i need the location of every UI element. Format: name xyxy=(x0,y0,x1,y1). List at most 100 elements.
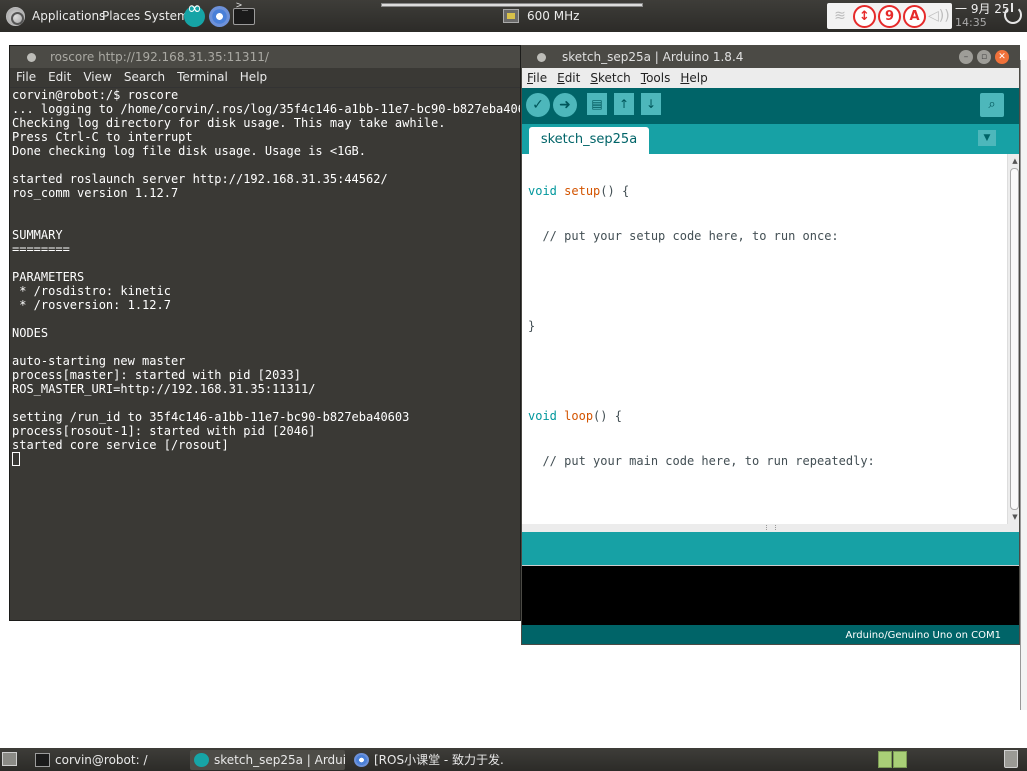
divider-grip-icon[interactable] xyxy=(766,525,776,530)
wifi-icon[interactable]: ≋ xyxy=(830,8,850,24)
desktop-scrollbar[interactable] xyxy=(1020,60,1027,710)
chromium-launcher-icon[interactable] xyxy=(209,6,230,27)
terminal-menu-terminal[interactable]: Terminal xyxy=(176,68,229,87)
minimize-button[interactable]: – xyxy=(959,50,973,64)
editor-scrollbar[interactable]: ▲ ▼ xyxy=(1007,154,1019,524)
window-menu-icon[interactable] xyxy=(537,53,546,62)
distro-logo-icon[interactable] xyxy=(6,7,25,26)
bottom-taskbar: corvin@robot: / sketch_sep25a | Arduin..… xyxy=(0,748,1027,771)
pane-divider[interactable] xyxy=(522,524,1019,532)
task-browser[interactable]: [ROS小课堂 - 致力于发... xyxy=(350,750,505,770)
terminal-cursor xyxy=(12,452,20,466)
message-area xyxy=(522,532,1019,565)
terminal-line: setting /run_id to 35f4c146-a1bb-11e7-bc… xyxy=(12,410,410,424)
code-editor[interactable]: void setup () { // put your setup code he… xyxy=(522,154,1007,524)
close-button[interactable]: ✕ xyxy=(995,50,1009,64)
power-icon[interactable] xyxy=(1004,3,1022,24)
maximize-button[interactable]: ▫ xyxy=(977,50,991,64)
code-keyword: void xyxy=(528,409,557,423)
arduino-launcher-icon[interactable] xyxy=(184,0,205,27)
arduino-titlebar[interactable]: sketch_sep25a | Arduino 1.8.4 – ▫ ✕ xyxy=(522,46,1019,68)
save-sketch-icon[interactable]: ↓ xyxy=(641,93,661,115)
terminal-menu-edit[interactable]: Edit xyxy=(47,68,72,87)
tab-sketch[interactable]: sketch_sep25a xyxy=(529,127,649,154)
code-function: setup xyxy=(564,184,601,198)
terminal-line: started core service [/rosout] xyxy=(12,438,229,452)
terminal-line: ======== xyxy=(12,242,70,256)
arduino-menu-help[interactable]: Help xyxy=(680,68,707,88)
tab-menu-chevron-down-icon[interactable]: ▼ xyxy=(978,130,996,146)
scroll-down-icon[interactable]: ▼ xyxy=(1009,512,1019,522)
verify-icon[interactable]: ✓ xyxy=(526,93,550,117)
terminal-menu-search[interactable]: Search xyxy=(123,68,166,87)
arduino-menubar: File Edit Sketch Tools Help xyxy=(522,68,1019,88)
task-label: sketch_sep25a | Arduin... xyxy=(214,753,345,767)
terminal-line: NODES xyxy=(12,326,49,340)
upload-icon[interactable]: ➜ xyxy=(553,93,577,117)
menu-system[interactable]: System xyxy=(144,0,189,32)
task-arduino[interactable]: sketch_sep25a | Arduin... xyxy=(190,750,345,770)
scrollbar-thumb[interactable] xyxy=(1010,168,1019,510)
tray-nine-icon[interactable]: 9 xyxy=(878,5,901,28)
terminal-titlebar[interactable]: roscore http://192.168.31.35:11311/ xyxy=(10,46,520,68)
arduino-title: sketch_sep25a | Arduino 1.8.4 xyxy=(562,50,744,64)
task-label: [ROS小课堂 - 致力于发... xyxy=(374,753,505,767)
scroll-up-icon[interactable]: ▲ xyxy=(1009,156,1019,166)
terminal-line: process[master]: started with pid [2033] xyxy=(12,368,301,382)
terminal-icon xyxy=(35,753,50,767)
terminal-output[interactable]: corvin@robot:/$ roscore... logging to /h… xyxy=(12,88,520,620)
open-sketch-icon[interactable]: ↑ xyxy=(614,93,634,115)
console-output[interactable] xyxy=(522,565,1019,625)
terminal-menu-view[interactable]: View xyxy=(82,68,112,87)
clock[interactable]: 一 9月 25 14:35 xyxy=(955,2,1010,30)
terminal-line: SUMMARY xyxy=(12,228,63,242)
terminal-menubar: File Edit View Search Terminal Help xyxy=(10,68,520,88)
window-menu-icon[interactable] xyxy=(27,53,36,62)
terminal-line: ros_comm version 1.12.7 xyxy=(12,186,179,200)
new-sketch-icon[interactable]: ▤ xyxy=(587,93,607,115)
task-label: corvin@robot: / xyxy=(55,753,148,767)
arduino-menu-edit[interactable]: Edit xyxy=(557,68,580,88)
terminal-launcher-icon[interactable] xyxy=(233,0,255,25)
code-keyword: void xyxy=(528,184,557,198)
trash-icon[interactable] xyxy=(1004,750,1018,768)
terminal-line: PARAMETERS xyxy=(12,270,85,284)
code-text: () { xyxy=(593,409,622,423)
code-line: // put your setup code here, to run once… xyxy=(528,229,839,243)
arduino-toolbar: ✓ ➜ ▤ ↑ ↓ ⌕ xyxy=(522,88,1019,124)
serial-monitor-icon[interactable]: ⌕ xyxy=(980,93,1004,117)
arduino-menu-tools[interactable]: Tools xyxy=(641,68,671,88)
panel-progress-bar xyxy=(381,3,643,7)
tray-updown-icon[interactable]: ↕ xyxy=(853,5,876,28)
menu-applications[interactable]: Applications xyxy=(32,0,105,32)
workspace-2[interactable] xyxy=(893,751,907,768)
volume-icon[interactable]: ◁)) xyxy=(928,7,950,25)
arduino-menu-file[interactable]: File xyxy=(527,68,547,88)
cpu-frequency[interactable]: 600 MHz xyxy=(527,0,579,32)
menu-places[interactable]: Places xyxy=(102,0,140,32)
chromium-icon xyxy=(354,753,369,767)
workspace-1[interactable] xyxy=(878,751,892,768)
code-line: // put your main code here, to run repea… xyxy=(528,454,875,468)
show-desktop-icon[interactable] xyxy=(2,752,17,766)
terminal-menu-file[interactable]: File xyxy=(15,68,37,87)
clock-time: 14:35 xyxy=(955,16,987,29)
terminal-line: * /rosdistro: kinetic xyxy=(12,284,171,298)
terminal-title: roscore http://192.168.31.35:11311/ xyxy=(50,50,269,64)
terminal-window: roscore http://192.168.31.35:11311/ File… xyxy=(9,45,521,621)
terminal-line: Done checking log file disk usage. Usage… xyxy=(12,144,367,158)
task-terminal[interactable]: corvin@robot: / xyxy=(31,750,181,770)
arduino-menu-sketch[interactable]: Sketch xyxy=(590,68,630,88)
terminal-line: auto-starting new master xyxy=(12,354,186,368)
tray-a-icon[interactable]: A xyxy=(903,5,926,28)
terminal-line: ROS_MASTER_URI=http://192.168.31.35:1131… xyxy=(12,382,316,396)
terminal-menu-help[interactable]: Help xyxy=(239,68,268,87)
terminal-line: ... logging to /home/corvin/.ros/log/35f… xyxy=(12,102,520,116)
